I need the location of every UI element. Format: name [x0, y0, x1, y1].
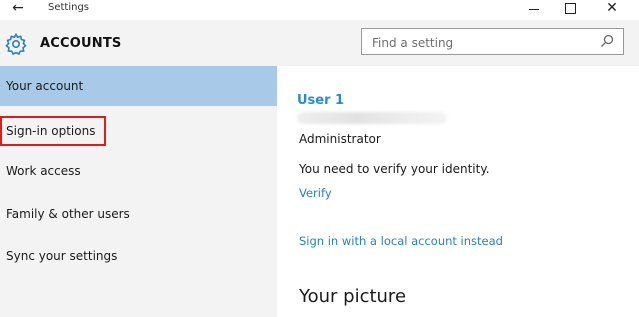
main-content: User 1 Administrator You need to verify … — [277, 66, 639, 317]
verify-message: You need to verify your identity. — [299, 162, 490, 176]
sidebar-item-label: Family & other users — [6, 207, 130, 221]
sidebar-item-work-access[interactable]: Work access — [0, 151, 277, 191]
search-box[interactable] — [361, 28, 624, 55]
verify-link[interactable]: Verify — [299, 186, 332, 200]
highlight-annotation-box — [0, 116, 106, 146]
page-header: ACCOUNTS — [0, 20, 639, 66]
page-title: ACCOUNTS — [40, 36, 122, 51]
sidebar: Your account Sign-in options Work access… — [0, 66, 277, 317]
account-role: Administrator — [299, 132, 381, 146]
redacted-email — [297, 112, 447, 124]
window-title: Settings — [48, 2, 90, 13]
close-button[interactable]: ✕ — [598, 0, 626, 18]
title-bar: ← Settings ✕ — [0, 0, 639, 20]
sidebar-item-label: Your account — [6, 79, 84, 93]
search-input[interactable] — [370, 33, 594, 53]
local-account-link[interactable]: Sign in with a local account instead — [299, 234, 503, 248]
gear-icon — [5, 32, 27, 56]
sidebar-item-family-other-users[interactable]: Family & other users — [0, 194, 277, 234]
maximize-button[interactable] — [556, 0, 584, 18]
user-name: User 1 — [297, 93, 345, 108]
sidebar-item-label: Work access — [6, 164, 81, 178]
sidebar-item-sync-settings[interactable]: Sync your settings — [0, 236, 277, 276]
minimize-button[interactable] — [520, 0, 548, 18]
sidebar-item-label: Sync your settings — [6, 249, 118, 263]
sidebar-item-your-account[interactable]: Your account — [0, 66, 277, 106]
back-arrow-icon[interactable]: ← — [8, 0, 28, 18]
search-icon[interactable] — [600, 34, 614, 48]
your-picture-heading: Your picture — [299, 286, 407, 307]
